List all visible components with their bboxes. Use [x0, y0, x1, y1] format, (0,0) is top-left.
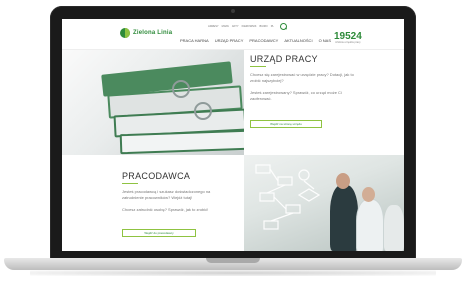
binder-ring [194, 102, 212, 120]
main-nav: Praca Harna Urząd pracy Pracodawcy Aktua… [180, 38, 331, 43]
utility-link[interactable]: BIURO [259, 25, 267, 28]
hotline-subtitle: infolinia urzędów pracy [335, 41, 361, 44]
hotline[interactable]: 19524 infolinia urzędów pracy [334, 31, 362, 45]
person-head [362, 187, 375, 202]
search-icon[interactable] [279, 23, 287, 30]
utility-link[interactable]: KIEROWNIK [242, 25, 257, 28]
binder-shape [119, 129, 244, 155]
laptop-screen: Zielona Linia ADRESY MAPA AKTY KIEROWNIK… [62, 19, 404, 251]
nav-item-pracodawcy[interactable]: Pracodawcy [249, 38, 278, 43]
urzad-text-1: Chcesz się zarejestrować w urzędzie prac… [250, 72, 354, 83]
person-figure [356, 199, 384, 251]
site-header: Zielona Linia ADRESY MAPA AKTY KIEROWNIK… [62, 19, 404, 50]
laptop-shadow [30, 270, 436, 276]
urzad-title: URZĄD PRACY [250, 54, 318, 64]
logo-mark-icon [120, 28, 130, 38]
webcam [231, 9, 235, 13]
urzad-text-2: Jesteś zarejestrowany? Sprawdź, co urząd… [250, 90, 342, 101]
utility-link[interactable]: ADRESY [208, 25, 219, 28]
person-head [336, 173, 350, 189]
nav-item-o-nas[interactable]: O nas [319, 38, 331, 43]
nav-item-aktualnosci[interactable]: Aktualności [284, 38, 312, 43]
person-figure [330, 185, 358, 251]
site-logo[interactable]: Zielona Linia [120, 28, 172, 38]
utility-link[interactable]: AKTY [232, 25, 239, 28]
utility-nav: ADRESY MAPA AKTY KIEROWNIK BIURO PL [208, 23, 287, 30]
laptop-notch [206, 258, 260, 263]
pracodawca-divider [122, 183, 138, 184]
pracodawca-text-2: Chcesz zatrudnić osobę? Sprawdź, jak to … [122, 207, 209, 212]
language-link[interactable]: PL [271, 25, 274, 28]
person-figure [384, 205, 404, 251]
binder-ring [172, 80, 190, 98]
urzad-button[interactable]: Wejdź na stronę urzędu [250, 120, 322, 128]
pracodawca-title: PRACODAWCA [122, 171, 191, 181]
nav-item-urzad[interactable]: Urząd pracy [215, 38, 244, 43]
nav-item-praca[interactable]: Praca Harna [180, 38, 209, 43]
logo-text: Zielona Linia [133, 30, 173, 36]
pracodawca-button[interactable]: Wejdź do pracodawcy [122, 229, 196, 237]
pracodawca-panel: PRACODAWCA Jesteś pracodawcą i szukasz d… [62, 155, 244, 251]
pracodawca-text-1: Jesteś pracodawcą i szukasz doświadczone… [122, 189, 211, 200]
urzad-pracy-panel: URZĄD PRACY Chcesz się zarejestrować w u… [244, 50, 404, 155]
urzad-divider [250, 66, 266, 67]
business-people-image [244, 155, 404, 251]
binders-image [62, 50, 244, 155]
hotline-number: 19524 [334, 31, 362, 42]
utility-link[interactable]: MAPA [222, 25, 229, 28]
